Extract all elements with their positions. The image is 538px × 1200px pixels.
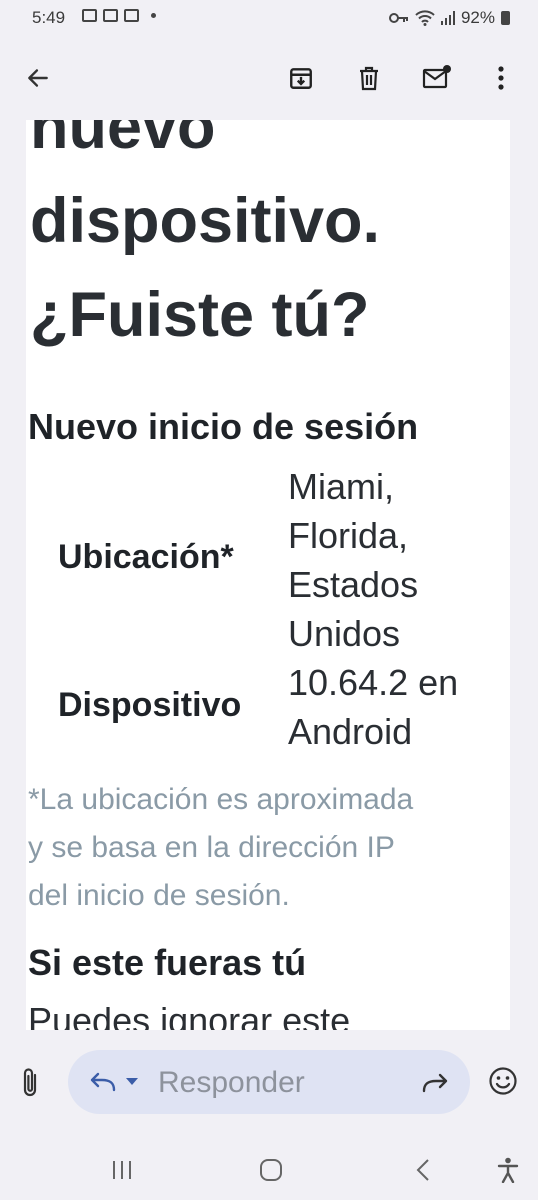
system-icons: 92% bbox=[388, 8, 510, 28]
app-bar bbox=[0, 38, 538, 120]
chevron-left-icon bbox=[416, 1159, 429, 1181]
device-value-line: 10.64.2 en bbox=[288, 662, 459, 703]
recent-apps-button[interactable] bbox=[102, 1154, 142, 1186]
location-value-line: Unidos bbox=[288, 613, 401, 654]
reply-field[interactable]: Responder bbox=[68, 1050, 470, 1114]
archive-icon bbox=[290, 68, 312, 89]
trash-icon bbox=[360, 66, 378, 91]
email-text-partial: Puedes ignorar este bbox=[28, 1000, 351, 1030]
note-line: *La ubicación es aproximada bbox=[28, 783, 414, 816]
more-notifications-dot-icon bbox=[151, 13, 156, 18]
news-notification-icon-2 bbox=[124, 9, 139, 22]
archive-button[interactable] bbox=[281, 58, 321, 98]
status-bar: 5:49 92% bbox=[0, 0, 538, 38]
emoji-icon bbox=[489, 1067, 517, 1095]
location-value-line: Estados bbox=[288, 564, 419, 605]
new-login-title: Nuevo inicio de sesión bbox=[28, 406, 419, 447]
reply-bar: Responder bbox=[0, 1030, 538, 1140]
gallery-notification-icon bbox=[82, 9, 97, 22]
notification-icons bbox=[82, 9, 156, 22]
mark-unread-icon bbox=[422, 65, 451, 89]
device-label: Dispositivo bbox=[58, 686, 242, 724]
wifi-icon bbox=[415, 10, 435, 26]
email-body[interactable]: nuevo dispositivo. ¿Fuiste tú? Nuevo ini… bbox=[26, 120, 510, 1030]
note-line: y se basa en la dirección IP bbox=[28, 831, 395, 864]
email-heading: nuevo dispositivo. ¿Fuiste tú? bbox=[30, 120, 380, 362]
heading-line: ¿Fuiste tú? bbox=[30, 280, 370, 350]
battery-icon bbox=[501, 11, 510, 25]
attach-button[interactable] bbox=[18, 1066, 48, 1100]
more-vert-icon bbox=[498, 66, 504, 90]
battery-percent: 92% bbox=[460, 8, 495, 27]
device-value-line: Android bbox=[288, 711, 413, 752]
more-options-button[interactable] bbox=[481, 58, 521, 98]
heading-line: dispositivo. bbox=[30, 186, 381, 256]
forward-arrow-icon[interactable] bbox=[422, 1072, 448, 1094]
location-value-line: Miami, bbox=[288, 466, 394, 507]
mark-unread-button[interactable] bbox=[417, 58, 457, 98]
back-arrow-icon bbox=[28, 69, 48, 87]
note-line: del inicio de sesión. bbox=[28, 879, 290, 912]
location-label: Ubicación* bbox=[58, 538, 234, 576]
reply-arrow-icon bbox=[90, 1072, 116, 1092]
device-value: 10.64.2 en Android bbox=[288, 658, 508, 756]
back-nav-button[interactable] bbox=[403, 1154, 443, 1186]
home-icon bbox=[260, 1159, 282, 1181]
chevron-down-icon[interactable] bbox=[126, 1078, 138, 1086]
if-you-title: Si este fueras tú bbox=[28, 942, 307, 983]
delete-button[interactable] bbox=[349, 58, 389, 98]
back-button[interactable] bbox=[18, 58, 58, 98]
paperclip-icon bbox=[23, 1068, 37, 1097]
location-value: Miami, Florida, Estados Unidos bbox=[288, 462, 508, 658]
accessibility-icon bbox=[497, 1157, 519, 1183]
system-nav-bar bbox=[0, 1140, 538, 1200]
heading-line: nuevo bbox=[30, 120, 216, 162]
location-note: *La ubicación es aproximada y se basa en… bbox=[28, 776, 508, 920]
location-value-line: Florida, bbox=[288, 515, 409, 556]
signal-icon bbox=[440, 11, 455, 25]
emoji-button[interactable] bbox=[488, 1066, 520, 1098]
accessibility-button[interactable] bbox=[488, 1154, 528, 1186]
status-time: 5:49 bbox=[32, 8, 66, 27]
key-icon bbox=[388, 13, 408, 23]
recent-apps-icon bbox=[113, 1161, 131, 1179]
reply-placeholder: Responder bbox=[158, 1066, 305, 1099]
news-notification-icon bbox=[103, 9, 118, 22]
home-button[interactable] bbox=[251, 1154, 291, 1186]
